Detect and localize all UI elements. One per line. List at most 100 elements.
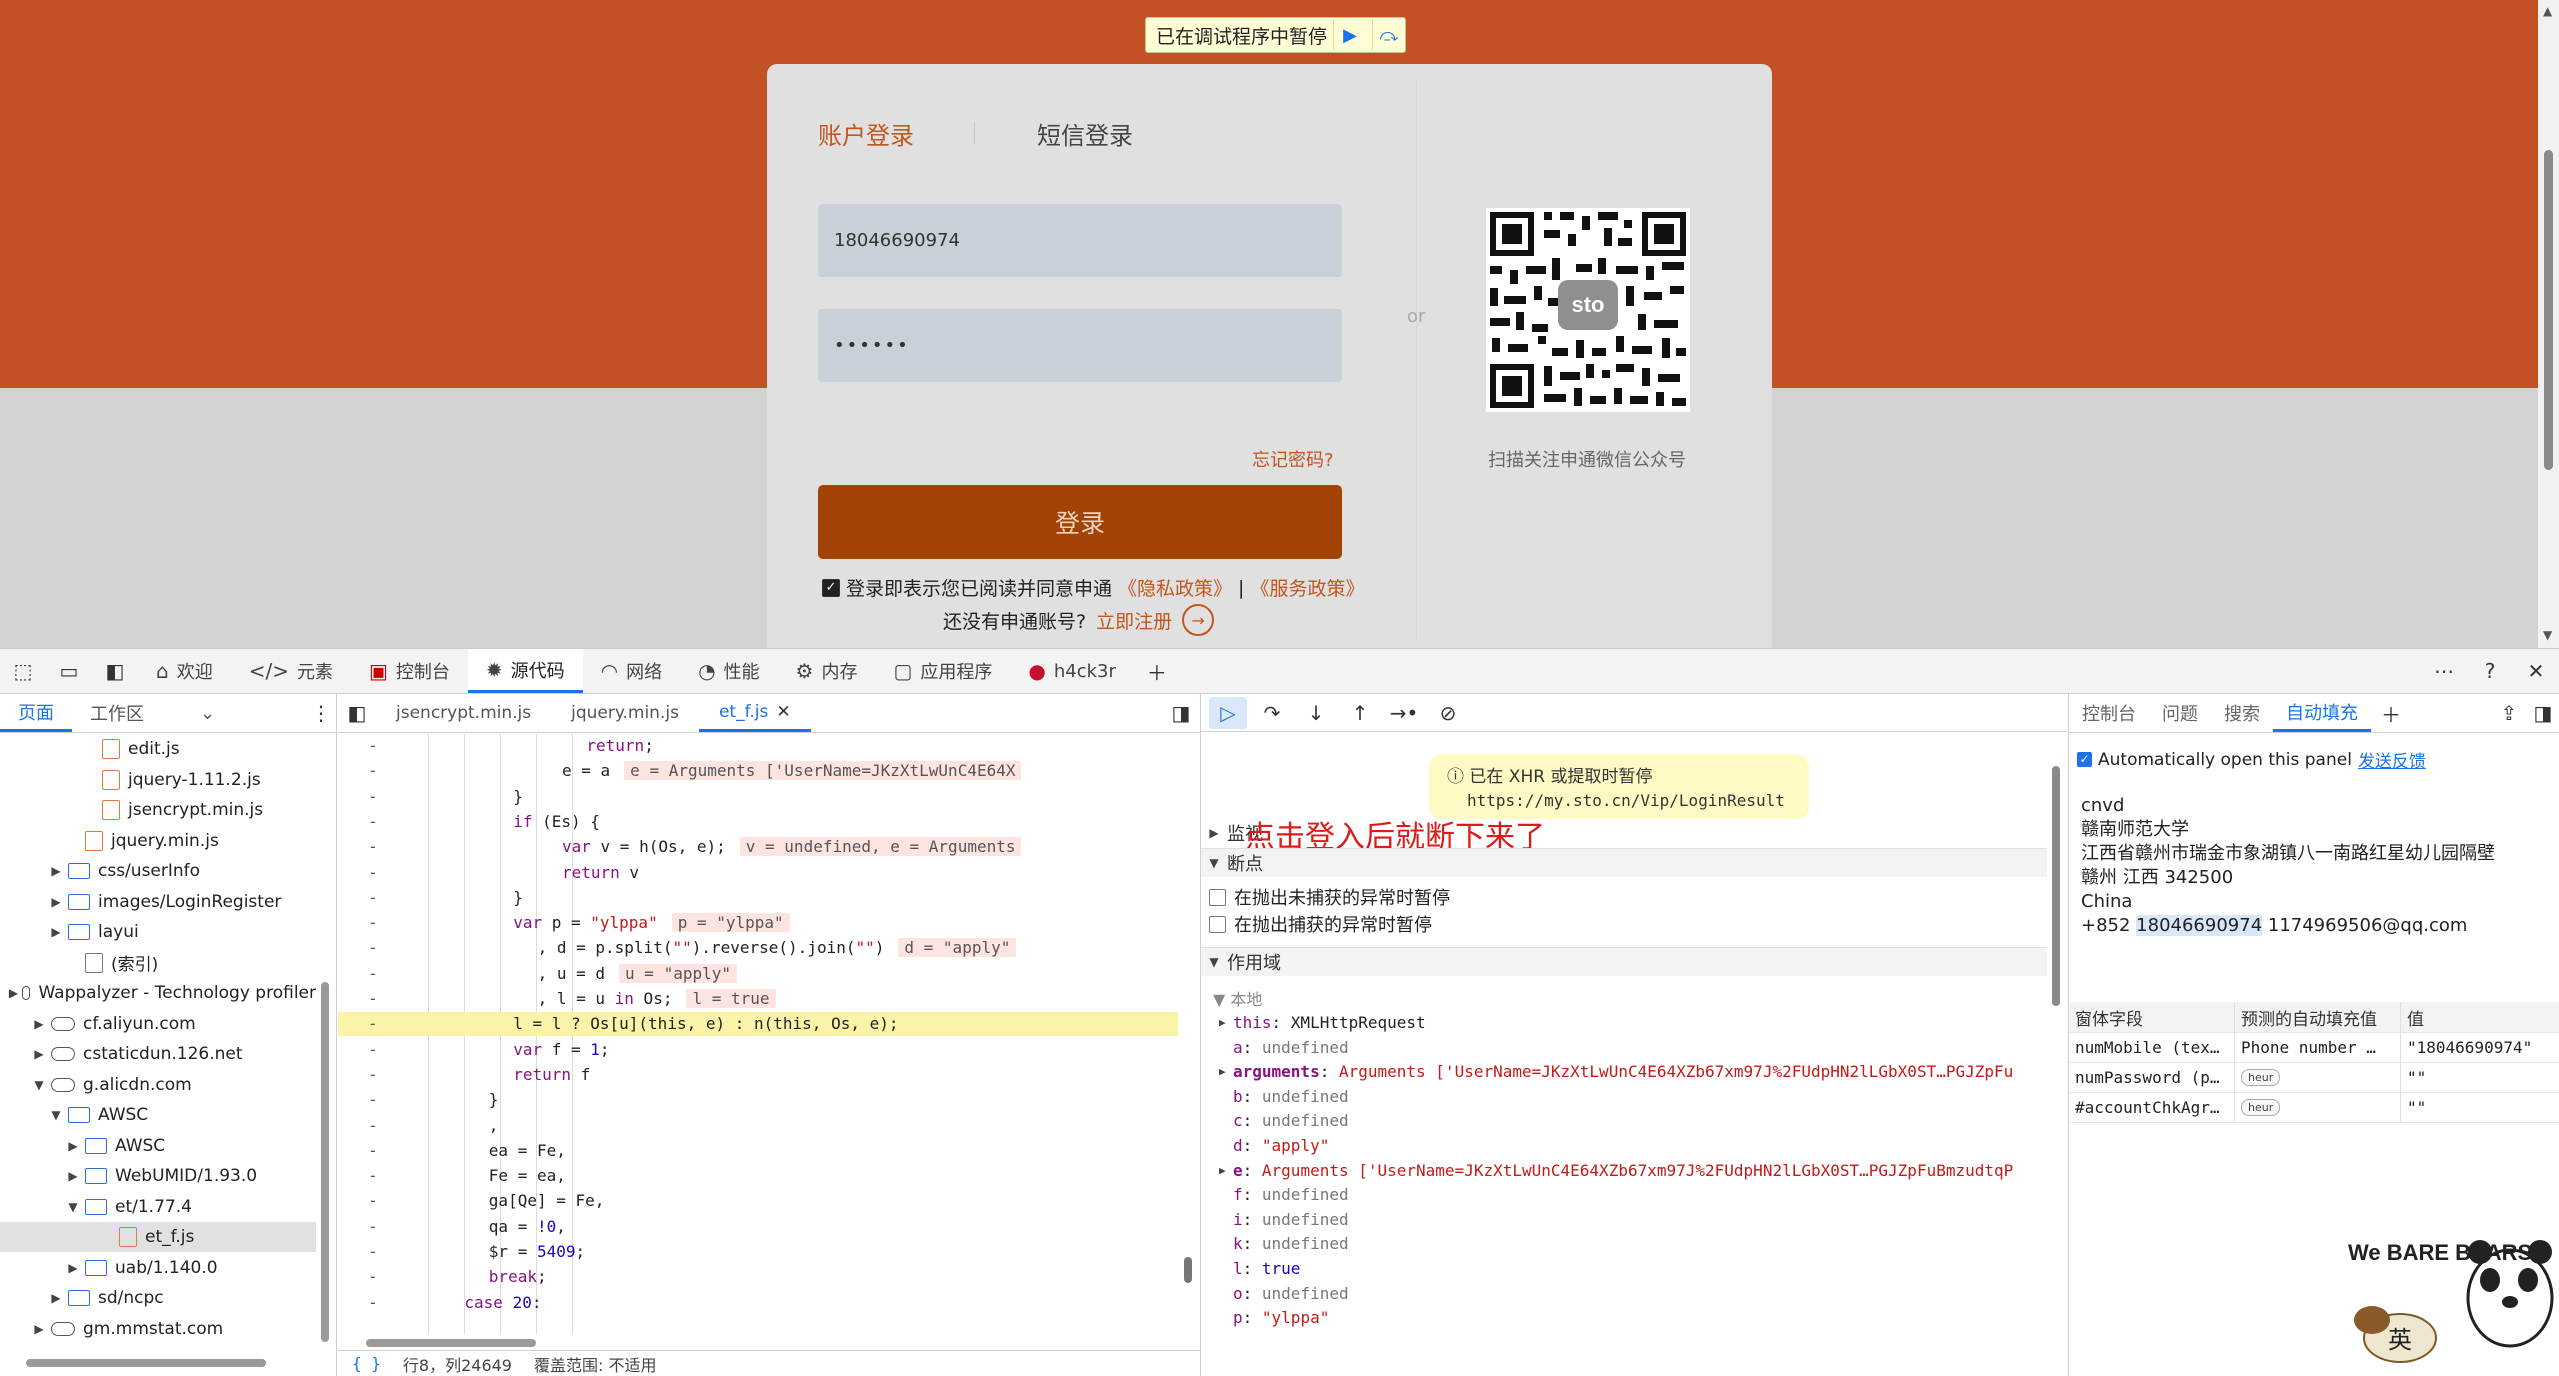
tree-item[interactable]: ▶ Wappalyzer - Technology profiler [0,978,316,1008]
scope-variable[interactable]: k: undefined [1233,1232,1349,1256]
chevron-right-icon[interactable]: ▶ [31,1047,47,1061]
tree-item[interactable]: jquery.min.js [0,826,316,856]
code-line[interactable]: -, [338,1114,1178,1138]
table-row[interactable]: #accountChkAgr… heur "" [2069,1092,2559,1123]
editor-hscroll[interactable] [346,1336,1176,1350]
chevron-down-icon[interactable]: ▼ [48,1108,64,1122]
pause-uncaught-checkbox[interactable] [1209,888,1226,906]
navigator-vscroll[interactable] [318,742,332,1342]
tree-item[interactable]: et_f.js [0,1222,316,1252]
scroll-thumb[interactable] [26,1359,266,1367]
add-tab-icon[interactable]: ＋ [1134,649,1180,693]
chevron-right-icon[interactable]: ▶ [65,1261,81,1275]
arrow-right-icon[interactable]: → [1182,604,1215,636]
scope-variable[interactable]: o: undefined [1233,1282,1349,1306]
code-line[interactable]: - var f = 1; [338,1038,1178,1062]
help-icon[interactable]: ? [2467,649,2513,693]
line-gutter[interactable]: - [368,1139,378,1163]
step-out-icon[interactable]: ↑ [1341,697,1379,729]
line-gutter[interactable]: - [368,1114,378,1138]
line-gutter[interactable]: - [368,1038,378,1062]
tree-item[interactable]: (索引) [0,948,316,978]
chevron-right-icon[interactable]: ▶ [31,1322,47,1336]
line-gutter[interactable]: - [368,1088,378,1112]
tree-item[interactable]: ▶ gm.mmstat.com [0,1314,316,1344]
editor-tab-jquery[interactable]: jquery.min.js [551,694,699,732]
chevron-right-icon[interactable]: ▶ [48,864,64,878]
scope-variable[interactable]: l: true [1233,1257,1300,1281]
tree-item[interactable]: ▶ layui [0,917,316,947]
scope-variable[interactable]: b: undefined [1233,1085,1349,1109]
code-line[interactable]: - return f [338,1063,1178,1087]
service-policy-link[interactable]: 《服务政策》 [1250,574,1364,601]
toggle-navigator-icon[interactable]: ◧ [338,691,376,735]
line-gutter[interactable]: - [368,1164,378,1188]
line-gutter[interactable]: - [368,810,378,834]
toggle-debugger-icon[interactable]: ◨ [1162,691,1200,735]
step-over-icon[interactable]: ⤼ [1372,20,1405,50]
navigator-hscroll[interactable] [8,1356,308,1370]
code-area[interactable]: - return; - e = ae = Arguments ['UserName=J… [338,734,1178,1334]
drawer-tab-issues[interactable]: 问题 [2149,694,2211,732]
line-gutter[interactable]: - [368,886,378,910]
chevron-right-icon[interactable]: ▶ [31,1017,47,1031]
scope-variable[interactable]: ▶ e: Arguments ['UserName=JKzXtLwUnC4E64X… [1219,1159,2013,1183]
collapse-panel-icon[interactable]: ◨ [2526,691,2559,735]
line-gutter[interactable]: - [368,861,378,885]
line-gutter[interactable]: - [368,759,378,783]
code-line[interactable]: - , u = du = "apply" [338,962,1178,986]
tab-elements[interactable]: </> 元素 [231,649,351,693]
register-link[interactable]: 立即注册 [1096,607,1172,634]
scope-variable[interactable]: ▶ this: XMLHttpRequest [1219,1011,1426,1035]
table-row[interactable]: numMobile (tex… Phone number … "18046690… [2069,1032,2559,1063]
tree-item[interactable]: ▶ WebUMID/1.93.0 [0,1161,316,1191]
feedback-link[interactable]: 发送反馈 [2358,747,2426,772]
scope-variable[interactable]: a: undefined [1233,1036,1349,1060]
code-line[interactable]: - if (Es) { [338,810,1178,834]
chevron-right-icon[interactable]: ▶ [1219,1011,1233,1035]
tree-item[interactable]: ▶ AWSC [0,1131,316,1161]
close-icon[interactable]: ✕ [776,702,790,722]
line-gutter[interactable]: - [368,734,378,758]
line-gutter[interactable]: - [368,1189,378,1213]
line-gutter[interactable]: - [368,1240,378,1264]
scope-variable[interactable]: c: undefined [1233,1109,1349,1133]
dock-icon[interactable]: ⇪ [2492,691,2526,735]
code-line[interactable]: - case 20: [338,1291,1178,1315]
scroll-thumb[interactable] [2052,766,2060,1006]
step-icon[interactable]: →• [1385,697,1423,729]
tree-item[interactable]: ▼ g.alicdn.com [0,1070,316,1100]
step-over-icon[interactable]: ↷ [1253,697,1291,729]
code-line[interactable]: - break; [338,1265,1178,1289]
tab-console[interactable]: ▣ 控制台 [351,649,468,693]
editor-tab-jsencrypt[interactable]: jsencrypt.min.js [376,694,551,732]
add-tab-icon[interactable]: ＋ [2371,691,2411,735]
tree-item[interactable]: ▼ AWSC [0,1100,316,1130]
agreement-checkbox[interactable]: ✓ [822,578,840,597]
tree-item[interactable]: ▶ uab/1.140.0 [0,1253,316,1283]
tree-item[interactable]: jsencrypt.min.js [0,795,316,825]
line-gutter[interactable]: - [368,1012,378,1036]
tree-item[interactable]: ▼ et/1.77.4 [0,1192,316,1222]
device-emulation-icon[interactable]: ▭ [46,649,92,693]
table-row[interactable]: numPassword (p… heur "" [2069,1062,2559,1093]
code-line[interactable]: - return v [338,861,1178,885]
chevron-right-icon[interactable]: ▶ [65,1169,81,1183]
scope-variable[interactable]: d: "apply" [1233,1134,1329,1158]
chevron-right-icon[interactable]: ▶ [48,895,64,909]
scope-variable[interactable]: f: undefined [1233,1183,1349,1207]
auto-open-checkbox[interactable]: ✓ [2077,752,2092,767]
code-line[interactable]: - l = l ? Os[u](this, e) : n(this, Os, e)… [338,1012,1178,1037]
code-line[interactable]: - , l = u in Os; l = true [338,987,1178,1011]
code-line[interactable]: -} [338,785,1178,809]
line-gutter[interactable]: - [368,1265,378,1289]
code-line[interactable]: - e = ae = Arguments ['UserName=JKzXtLwUn… [338,759,1178,783]
inspect-element-icon[interactable]: ⬚ [0,649,46,693]
drawer-tab-autofill[interactable]: 自动填充 [2273,694,2371,732]
chevron-down-icon[interactable]: ▼ [31,1078,47,1092]
resume-icon[interactable]: ▷ [1209,696,1247,729]
line-gutter[interactable]: - [368,1291,378,1315]
tree-item[interactable]: jquery-1.11.2.js [0,765,316,795]
code-line[interactable]: - $r = 5409; [338,1240,1178,1264]
tab-welcome[interactable]: ⌂ 欢迎 [138,649,231,693]
